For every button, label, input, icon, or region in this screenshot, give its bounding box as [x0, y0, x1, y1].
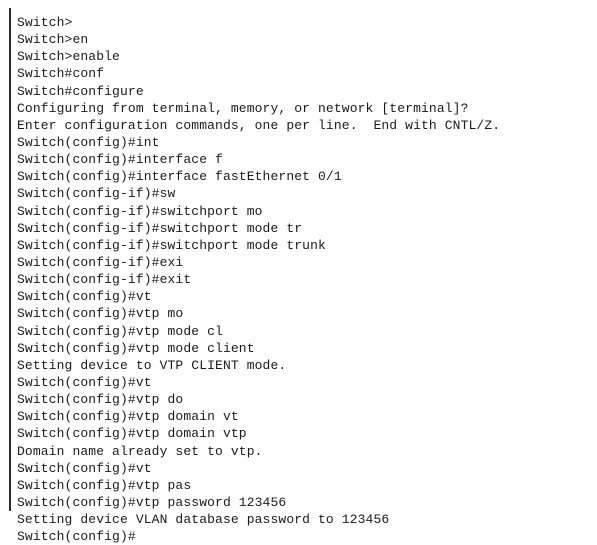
terminal-line: Switch> — [17, 15, 73, 30]
terminal-left-border — [9, 8, 11, 511]
terminal-line: Switch(config-if)#switchport mo — [17, 203, 263, 219]
terminal-line: Switch(config)#vtp mode client — [17, 340, 255, 356]
terminal-line: Switch(config-if)#exit — [17, 272, 192, 288]
terminal-line: Switch(config)#vtp pas — [17, 477, 192, 493]
terminal-line: Switch(config-if)#switchport mode tr — [17, 220, 303, 236]
terminal-line: Switch>en — [17, 32, 89, 48]
terminal-line: Switch(config)#vt — [17, 460, 152, 476]
terminal-line: Switch(config-if)#exi — [17, 254, 184, 270]
terminal-line: Switch(config-if)#sw — [17, 186, 176, 202]
terminal-line: Switch(config-if)#switchport mode trunk — [17, 237, 326, 253]
terminal-line: Switch(config)# — [17, 529, 136, 545]
terminal-line: Switch(config)#vt — [17, 374, 152, 390]
terminal-line: Enter configuration commands, one per li… — [17, 117, 501, 133]
terminal-line: Setting device VLAN database password to… — [17, 512, 390, 528]
terminal-line: Switch(config)#interface f — [17, 152, 223, 168]
terminal-output[interactable]: Switch> Switch>en Switch>enable Switch#conf… — [17, 14, 592, 545]
terminal-line: Switch(config)#interface fastEthernet 0/… — [17, 169, 342, 185]
terminal-line: Switch(config)#vtp domain vtp — [17, 426, 247, 442]
terminal-line: Switch(config)#vtp do — [17, 392, 184, 408]
terminal-line: Setting device to VTP CLIENT mode. — [17, 357, 287, 373]
terminal-line: Switch#configure — [17, 83, 144, 99]
terminal-line: Configuring from terminal, memory, or ne… — [17, 100, 469, 116]
terminal-line: Switch(config)#vtp domain vt — [17, 409, 239, 425]
terminal-line: Domain name already set to vtp. — [17, 443, 263, 459]
terminal-line: Switch(config)#int — [17, 134, 160, 150]
terminal-line: Switch(config)#vtp password 123456 — [17, 494, 287, 510]
terminal-line: Switch(config)#vt — [17, 289, 152, 305]
terminal-line: Switch(config)#vtp mo — [17, 306, 184, 322]
terminal-line: Switch(config)#vtp mode cl — [17, 323, 223, 339]
terminal-line: Switch#conf — [17, 66, 105, 82]
terminal-line: Switch>enable — [17, 49, 120, 65]
terminal-window[interactable]: Switch> Switch>en Switch>enable Switch#conf… — [0, 0, 597, 544]
